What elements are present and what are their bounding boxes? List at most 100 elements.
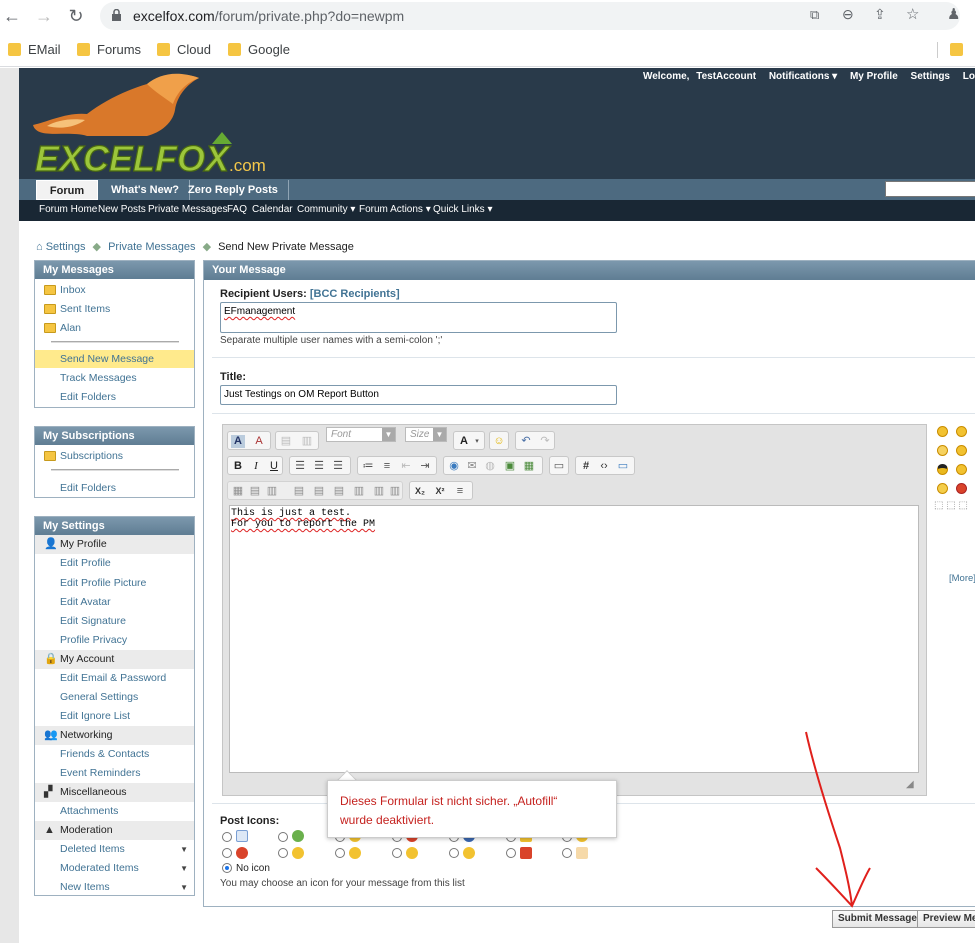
breadcrumb-settings[interactable]: Settings: [46, 241, 86, 253]
back-icon[interactable]: ←: [0, 4, 24, 28]
bcc-recipients-link[interactable]: [BCC Recipients]: [310, 288, 400, 300]
extension-icon[interactable]: ♟: [947, 5, 960, 23]
sidebar-item-alan[interactable]: Alan: [60, 322, 81, 334]
hashtag-icon[interactable]: #: [579, 460, 593, 473]
align-right-icon[interactable]: ☰: [331, 460, 345, 473]
sidebar-item-attachments[interactable]: Attachments: [60, 805, 118, 817]
smiley-icon[interactable]: [937, 426, 948, 437]
nav-private-messages[interactable]: Private Messages: [148, 204, 227, 215]
notifications-menu[interactable]: Notifications ▾: [769, 71, 837, 82]
table-icon[interactable]: ▦: [231, 485, 245, 498]
bold-icon[interactable]: B: [231, 460, 245, 473]
nav-forum-actions[interactable]: Forum Actions ▾: [359, 204, 431, 215]
zoom-icon[interactable]: ⊖: [842, 6, 854, 23]
breadcrumb-private-messages[interactable]: Private Messages: [108, 241, 195, 253]
reload-icon[interactable]: ↻: [64, 4, 88, 28]
delete-col-icon[interactable]: ▥: [388, 485, 402, 498]
smiley-icon[interactable]: [956, 464, 967, 475]
angry-icon[interactable]: [956, 483, 967, 494]
tab-zero-reply-posts[interactable]: Zero Reply Posts: [178, 180, 289, 200]
search-input[interactable]: [885, 181, 975, 197]
outdent-icon[interactable]: ⇤: [399, 460, 413, 473]
username-link[interactable]: TestAccount: [696, 71, 756, 82]
delete-row-icon[interactable]: ▤: [332, 485, 346, 498]
no-icon-radio[interactable]: [222, 863, 232, 873]
nav-community[interactable]: Community ▾: [297, 204, 355, 215]
sidebar-item-edit-signature[interactable]: Edit Signature: [60, 615, 126, 627]
sidebar-item-new-items[interactable]: New Items: [60, 881, 110, 893]
sidebar-item-edit-profile[interactable]: Edit Profile: [60, 557, 111, 569]
my-profile-link[interactable]: My Profile: [850, 71, 898, 82]
size-select[interactable]: Size ▼: [405, 427, 447, 442]
smilies-button[interactable]: ☺: [489, 431, 509, 450]
tab-forum[interactable]: Forum: [36, 180, 98, 200]
align-center-icon[interactable]: ☰: [312, 460, 326, 473]
font-color-button[interactable]: A ▾: [453, 431, 485, 450]
more-smilies-link[interactable]: [More]: [949, 573, 975, 584]
submit-message-button[interactable]: Submit Message: [832, 910, 923, 928]
subscript-icon[interactable]: X₂: [413, 485, 427, 498]
post-icon-radio[interactable]: [222, 832, 232, 842]
smiley-icon[interactable]: [956, 426, 967, 437]
sidebar-item-track-messages[interactable]: Track Messages: [60, 372, 137, 384]
post-icon-radio[interactable]: [392, 848, 402, 858]
italic-icon[interactable]: I: [249, 460, 263, 473]
site-logo[interactable]: EXCELFOX .com: [27, 70, 287, 180]
bullet-list-icon[interactable]: ≡: [380, 460, 394, 473]
table-row-icon[interactable]: ▤: [248, 485, 262, 498]
sidebar-item-friends-contacts[interactable]: Friends & Contacts: [60, 748, 149, 760]
broken-image-icon[interactable]: ⬚ ⬚ ⬚: [934, 500, 968, 511]
sidebar-item-edit-ignore-list[interactable]: Edit Ignore List: [60, 710, 130, 722]
recipient-input[interactable]: EFmanagement: [220, 302, 617, 333]
underline-icon[interactable]: U: [267, 460, 281, 473]
cool-icon[interactable]: [937, 464, 948, 475]
bookmark-overflow[interactable]: [950, 42, 970, 58]
email-icon[interactable]: ✉: [465, 460, 479, 473]
address-bar[interactable]: excelfox.com/forum/private.php?do=newpm …: [100, 2, 960, 30]
nav-forum-home[interactable]: Forum Home: [39, 204, 97, 215]
wysiwyg-mode-icon[interactable]: A: [231, 435, 245, 448]
preview-message-button[interactable]: Preview Me: [917, 910, 975, 928]
sidebar-item-edit-folders-subs[interactable]: Edit Folders: [60, 482, 116, 494]
chevron-down-icon[interactable]: ▼: [180, 864, 188, 873]
star-icon[interactable]: ☆: [906, 5, 919, 23]
post-icon-radio[interactable]: [562, 848, 572, 858]
nav-faq[interactable]: FAQ: [227, 204, 247, 215]
video-icon[interactable]: ▦: [522, 460, 536, 473]
sidebar-item-edit-avatar[interactable]: Edit Avatar: [60, 596, 111, 608]
post-icon-radio[interactable]: [449, 848, 459, 858]
insert-row-above-icon[interactable]: ▤: [292, 485, 306, 498]
chevron-down-icon[interactable]: ▼: [180, 845, 188, 854]
insert-col-left-icon[interactable]: ▥: [352, 485, 366, 498]
paste-icon[interactable]: ▤: [279, 435, 293, 448]
font-select[interactable]: Font ▼: [326, 427, 396, 442]
paste-text-icon[interactable]: ▥: [300, 435, 314, 448]
redo-icon[interactable]: ↷: [538, 435, 552, 448]
translate-icon[interactable]: ⧉: [810, 7, 819, 23]
sidebar-item-event-reminders[interactable]: Event Reminders: [60, 767, 141, 779]
align-left-icon[interactable]: ☰: [293, 460, 307, 473]
code-icon[interactable]: ‹›: [597, 460, 611, 473]
table-col-icon[interactable]: ▥: [265, 485, 279, 498]
frown-icon[interactable]: [937, 445, 948, 456]
sidebar-item-general-settings[interactable]: General Settings: [60, 691, 138, 703]
sidebar-item-moderated-items[interactable]: Moderated Items: [60, 862, 139, 874]
link-icon[interactable]: ◉: [447, 460, 461, 473]
bookmark-email[interactable]: EMail: [8, 42, 61, 58]
post-icon-radio[interactable]: [278, 848, 288, 858]
insert-row-below-icon[interactable]: ▤: [312, 485, 326, 498]
chevron-down-icon[interactable]: ▼: [180, 883, 188, 892]
sidebar-item-subscriptions[interactable]: Subscriptions: [60, 450, 123, 462]
bookmark-google[interactable]: Google: [228, 42, 290, 58]
resize-handle-icon[interactable]: ◢: [906, 779, 914, 790]
post-icon-radio[interactable]: [506, 848, 516, 858]
tab-whats-new[interactable]: What's New?: [101, 180, 191, 200]
undo-icon[interactable]: ↶: [519, 435, 533, 448]
sidebar-item-send-new-message[interactable]: Send New Message: [60, 353, 154, 365]
post-icon-radio[interactable]: [278, 832, 288, 842]
surprised-icon[interactable]: [937, 483, 948, 494]
sidebar-item-edit-folders[interactable]: Edit Folders: [60, 391, 116, 403]
title-input[interactable]: Just Testings on OM Report Button: [220, 385, 617, 405]
home-icon[interactable]: ⌂: [36, 241, 43, 253]
quote-button[interactable]: ▭: [549, 456, 569, 475]
